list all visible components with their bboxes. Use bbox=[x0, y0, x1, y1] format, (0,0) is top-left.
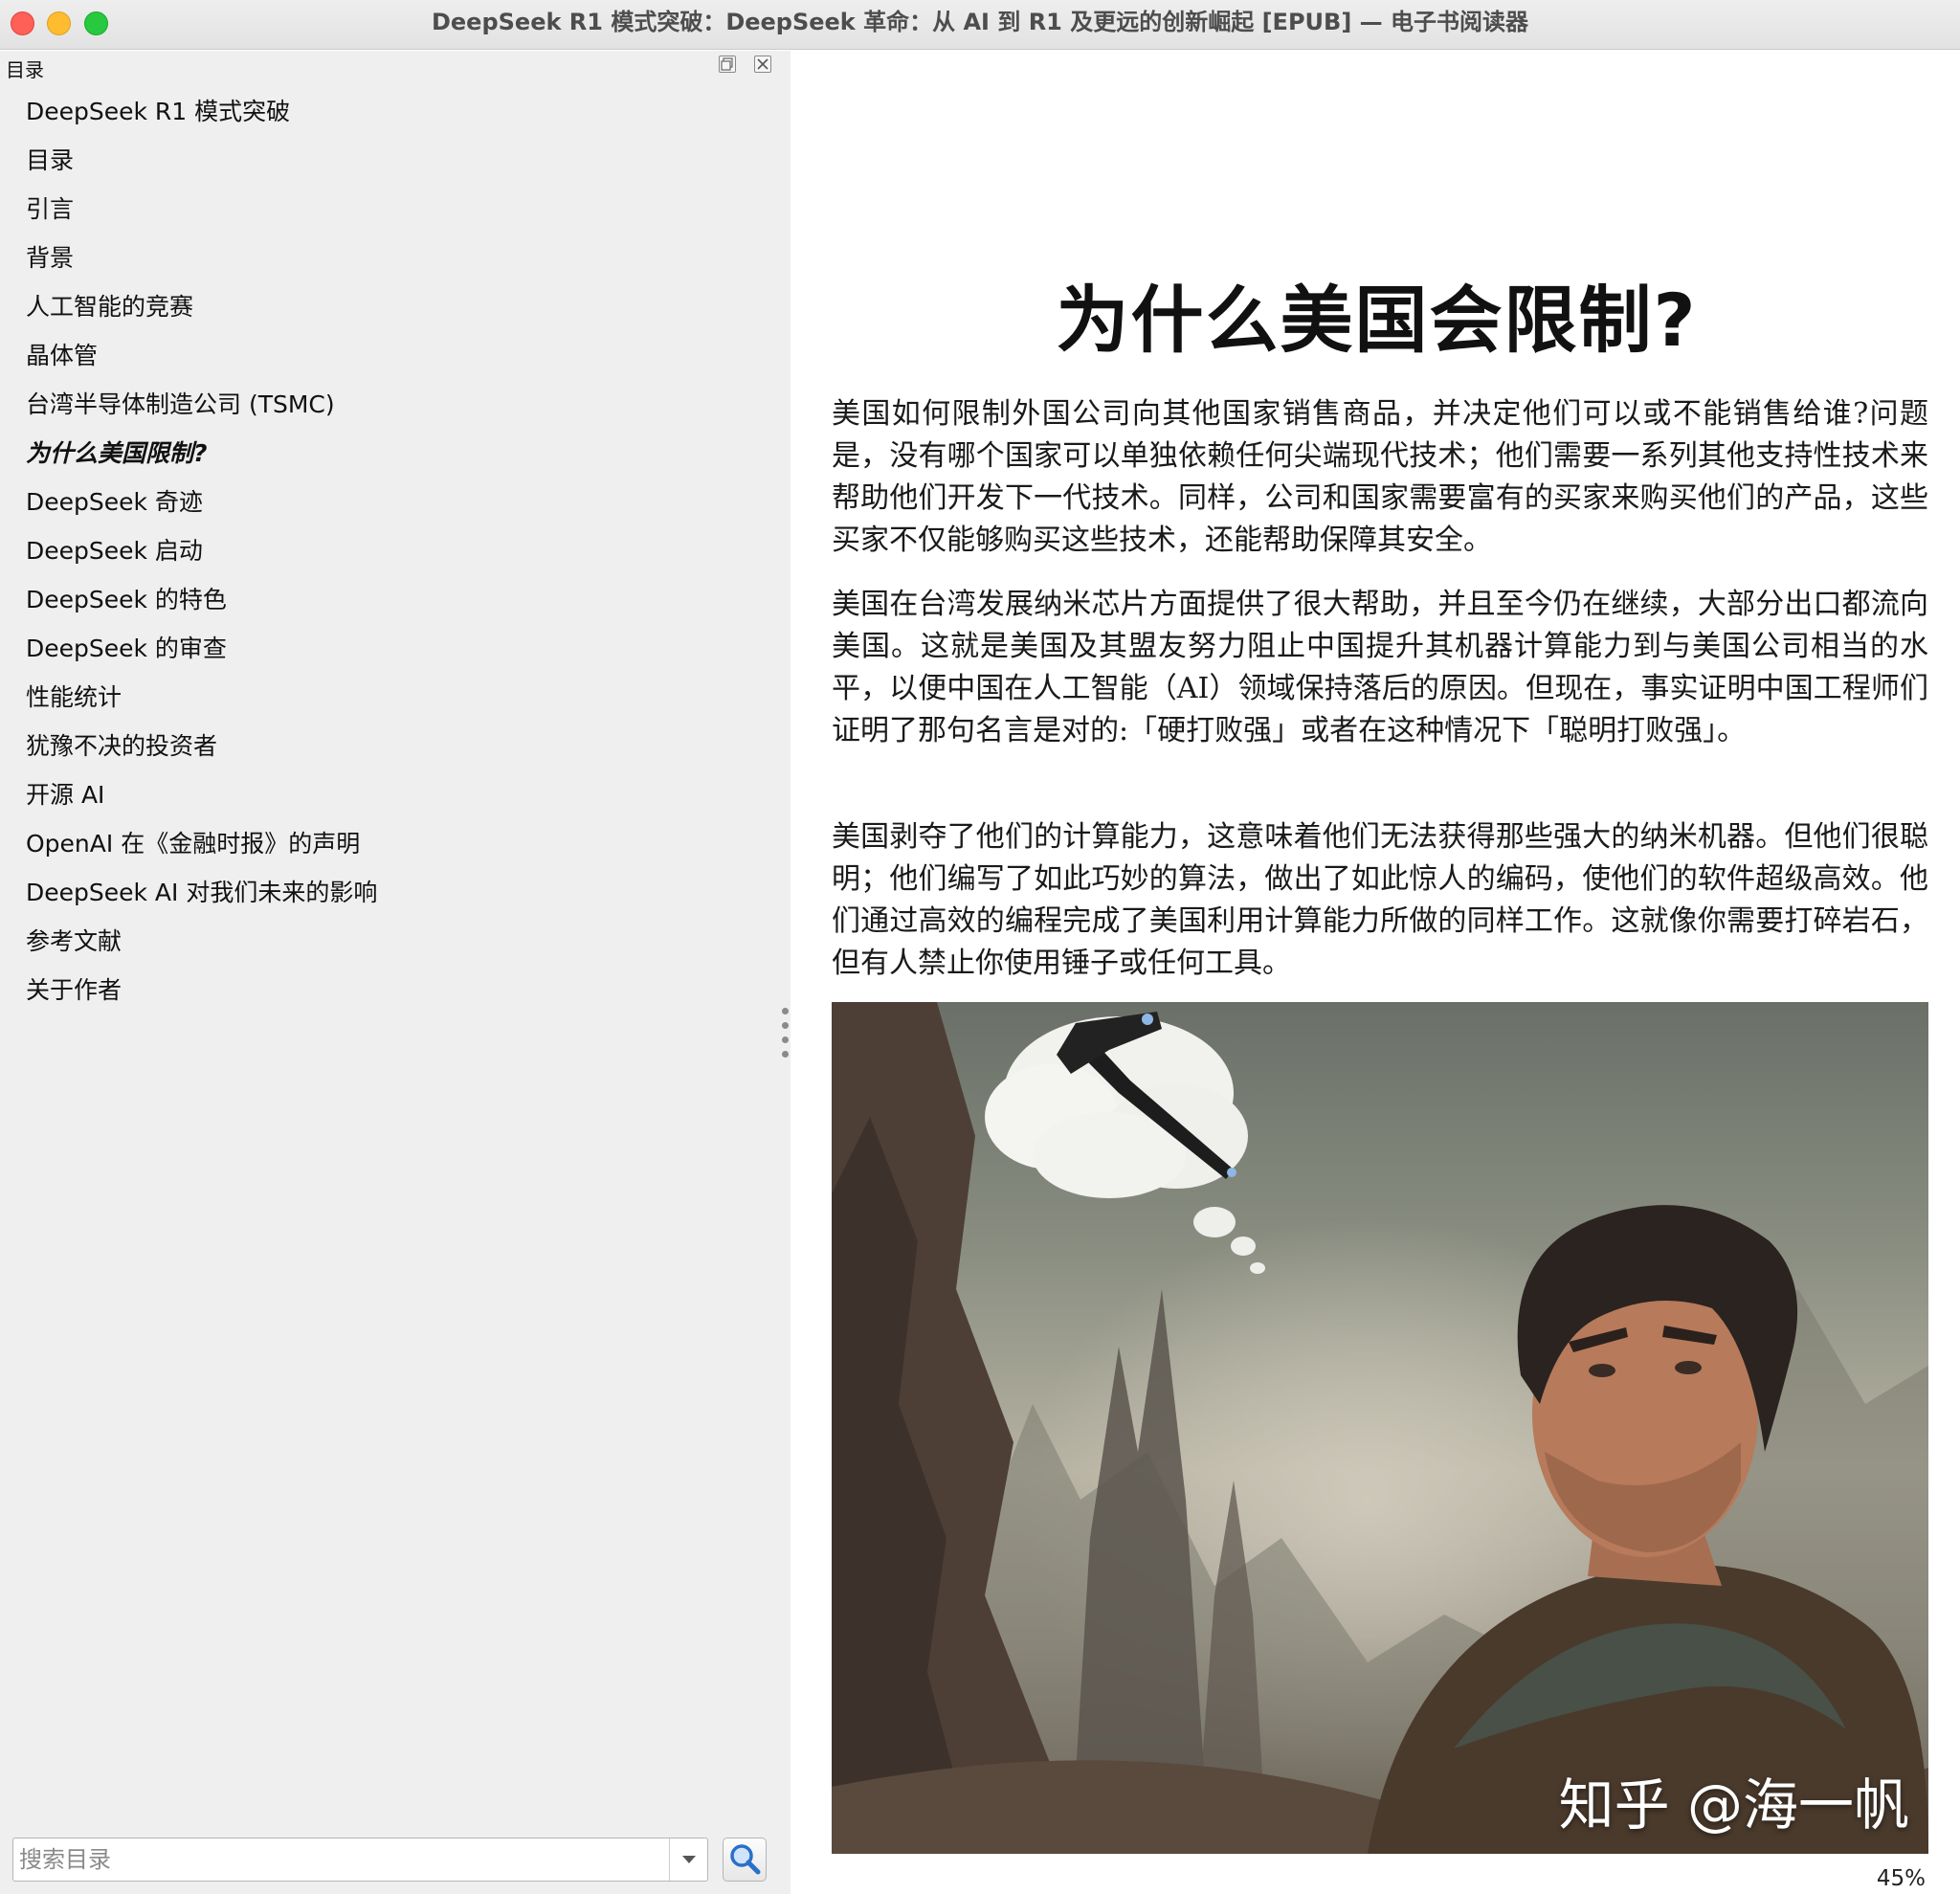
toc-header-title: 目录 bbox=[6, 58, 44, 81]
close-panel-button[interactable] bbox=[754, 56, 771, 73]
toc-search-button[interactable] bbox=[723, 1838, 767, 1882]
window-title: DeepSeek R1 模式突破：DeepSeek 革命：从 AI 到 R1 及… bbox=[431, 9, 1529, 35]
splitter-handle[interactable] bbox=[782, 1008, 790, 1065]
toc-item-transistor[interactable]: 晶体管 bbox=[0, 331, 766, 380]
splitter-dot bbox=[782, 1036, 789, 1043]
toc-header: 目录 bbox=[0, 51, 791, 81]
thought-cloud bbox=[985, 1016, 1265, 1274]
paragraph: 美国如何限制外国公司向其他国家销售商品，并决定他们可以或不能销售给谁?问题是，没… bbox=[832, 397, 1928, 557]
toc-list: DeepSeek R1 模式突破 目录 引言 背景 人工智能的竞赛 晶体管 台湾… bbox=[0, 87, 766, 1014]
toc-item-contents[interactable]: 目录 bbox=[0, 136, 766, 185]
toc-item-why-us-restrict[interactable]: 为什么美国限制? bbox=[0, 429, 766, 478]
float-icon bbox=[721, 57, 733, 71]
toc-panel: 目录 DeepSeek R1 模式突破 目录 引言 背景 人工智能的竞赛 晶体管… bbox=[0, 51, 791, 1894]
toc-item-about-author[interactable]: 关于作者 bbox=[0, 966, 766, 1014]
toc-item-deepseek-miracle[interactable]: DeepSeek 奇迹 bbox=[0, 478, 766, 526]
toc-item-ai-race[interactable]: 人工智能的竞赛 bbox=[0, 282, 766, 331]
toc-item-hesitant-investors[interactable]: 犹豫不决的投资者 bbox=[0, 722, 766, 770]
search-icon bbox=[730, 1844, 761, 1875]
reading-progress: 45% bbox=[1876, 1866, 1926, 1891]
toc-item-deepseek-features[interactable]: DeepSeek 的特色 bbox=[0, 575, 766, 624]
toc-item-tsmc[interactable]: 台湾半导体制造公司 (TSMC) bbox=[0, 380, 766, 429]
toc-item-title[interactable]: DeepSeek R1 模式突破 bbox=[0, 87, 766, 136]
title-bar: DeepSeek R1 模式突破：DeepSeek 革命：从 AI 到 R1 及… bbox=[0, 0, 1960, 50]
toc-item-openai-ft-statement[interactable]: OpenAI 在《金融时报》的声明 bbox=[0, 819, 766, 868]
splitter-dot bbox=[782, 1008, 789, 1014]
float-panel-button[interactable] bbox=[719, 56, 736, 73]
splitter-dot bbox=[782, 1051, 789, 1058]
toc-search-box bbox=[12, 1838, 708, 1882]
toc-item-deepseek-censorship[interactable]: DeepSeek 的审查 bbox=[0, 624, 766, 673]
toc-item-open-source-ai[interactable]: 开源 AI bbox=[0, 770, 766, 819]
toc-item-introduction[interactable]: 引言 bbox=[0, 185, 766, 234]
illustration-art bbox=[832, 1002, 1928, 1854]
chapter-illustration: 知乎 @海一帆 bbox=[832, 1002, 1928, 1854]
toc-search-input[interactable] bbox=[19, 1842, 670, 1877]
toc-item-deepseek-future-impact[interactable]: DeepSeek AI 对我们未来的影响 bbox=[0, 868, 766, 917]
search-history-dropdown[interactable] bbox=[669, 1838, 707, 1881]
paragraph: 美国剥夺了他们的计算能力，这意味着他们无法获得那些强大的纳米机器。但他们很聪明；… bbox=[832, 820, 1928, 980]
reader-pane[interactable]: 为什么美国会限制? 美国如何限制外国公司向其他国家销售商品，并决定他们可以或不能… bbox=[793, 51, 1960, 1894]
splitter-dot bbox=[782, 1022, 789, 1029]
toc-item-background[interactable]: 背景 bbox=[0, 234, 766, 282]
toc-item-references[interactable]: 参考文献 bbox=[0, 917, 766, 966]
close-icon bbox=[757, 58, 768, 70]
toc-item-deepseek-launch[interactable]: DeepSeek 启动 bbox=[0, 526, 766, 575]
watermark: 知乎 @海一帆 bbox=[1558, 1772, 1909, 1838]
toc-item-performance-stats[interactable]: 性能统计 bbox=[0, 673, 766, 722]
paragraph: 美国在台湾发展纳米芯片方面提供了很大帮助，并且至今仍在继续，大部分出口都流向美国… bbox=[832, 588, 1928, 747]
chapter-title: 为什么美国会限制? bbox=[1056, 278, 1698, 363]
